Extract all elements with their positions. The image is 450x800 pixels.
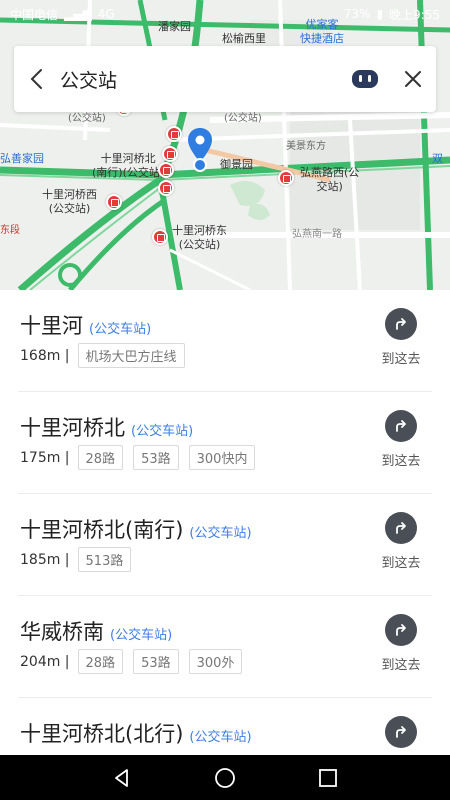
navigate-arrow-icon: [385, 614, 417, 646]
poi-dot-icon: [193, 158, 207, 172]
triangle-back-icon: [114, 768, 128, 787]
result-title: 十里河桥北(北行) (公交车站): [20, 718, 252, 748]
map-label-shuang: 双: [432, 152, 443, 165]
result-item[interactable]: 十里河桥北(南行) (公交车站) 185m | 513路 到这去: [18, 494, 432, 596]
result-title: 十里河桥北(南行) (公交车站): [20, 514, 252, 544]
navigate-arrow-icon: [385, 716, 417, 748]
nav-back-button[interactable]: [102, 758, 142, 798]
nav-recent-button[interactable]: [308, 758, 348, 798]
navigate-arrow-icon: [385, 512, 417, 544]
map-label-yujingyuan: 御景园: [220, 158, 253, 171]
go-here-button[interactable]: 到这去: [374, 308, 428, 367]
distance: 175m |: [20, 449, 70, 466]
map-label-shilihe-east: 十里河桥东 (公交站): [172, 224, 227, 251]
system-nav-bar: [0, 755, 450, 800]
station-name: 十里河: [20, 314, 83, 338]
voice-assistant-button[interactable]: [340, 46, 390, 112]
bus-stop-marker[interactable]: [158, 180, 174, 196]
map-view[interactable]: 中国电信 ▂▄▆ 4G 73% ▮ 晚上9:55 潘家园 松榆西里 优家客 快捷…: [0, 0, 450, 290]
bus-stop-marker[interactable]: [166, 126, 182, 142]
clock: 晚上9:55: [389, 7, 440, 22]
robot-icon: [352, 70, 378, 88]
distance: 185m |: [20, 551, 70, 568]
result-meta: 204m | 28路 53路 300外: [20, 649, 252, 674]
nav-home-button[interactable]: [205, 758, 245, 798]
go-here-button[interactable]: 到这去: [374, 614, 428, 673]
result-list[interactable]: 十里河 (公交车站) 168m | 机场大巴方庄线 到这去 十里河桥北 (公交车站) 175m…: [0, 290, 450, 755]
search-input[interactable]: 公交站: [58, 66, 340, 93]
station-name: 十里河桥北: [20, 416, 125, 440]
station-type: (公交车站): [189, 526, 252, 541]
result-meta: 175m | 28路 53路 300快内: [20, 445, 265, 470]
circle-home-icon: [215, 767, 235, 788]
result-item[interactable]: 十里河桥北 (公交车站) 175m | 28路 53路 300快内 到这去: [18, 392, 432, 494]
bus-line-tag: 28路: [77, 445, 124, 470]
map-label-hongyanlu-west: 弘燕路西(公 交站): [300, 166, 360, 193]
station-type: (公交车站): [189, 730, 252, 745]
bus-stop-marker[interactable]: [278, 170, 294, 186]
map-label-shilihe-north-south: 十里河桥北 (南行)(公交站): [92, 152, 165, 179]
map-label-bus-stop-2: (公交站): [224, 113, 262, 124]
bus-line-tag: 28路: [77, 649, 124, 674]
map-label-hongyan-south: 弘燕南一路: [292, 229, 342, 240]
result-meta: 168m | 机场大巴方庄线: [20, 343, 195, 368]
result-item[interactable]: 十里河 (公交车站) 168m | 机场大巴方庄线 到这去: [18, 290, 432, 392]
bus-line-tag: 513路: [77, 547, 132, 572]
result-title: 十里河 (公交车站): [20, 310, 151, 340]
signal-icon: ▂▄▆: [64, 7, 92, 21]
station-type: (公交车站): [110, 628, 173, 643]
battery-icon: ▮: [376, 7, 384, 21]
distance: 168m |: [20, 347, 70, 364]
bus-line-tag: 300快内: [188, 445, 256, 470]
map-label-hongshanjiayuan: 弘善家园: [0, 152, 44, 165]
result-item[interactable]: 十里河桥北(北行) (公交车站) 到这去: [18, 698, 432, 755]
close-icon: [405, 71, 421, 87]
bus-line-tag: 53路: [133, 649, 179, 674]
bus-stop-marker[interactable]: [162, 146, 178, 162]
result-meta: 185m | 513路: [20, 547, 141, 572]
square-recent-icon: [319, 768, 338, 787]
station-type: (公交车站): [89, 322, 152, 337]
bus-line-tag: 53路: [133, 445, 179, 470]
go-here-button[interactable]: 到这去: [374, 716, 428, 755]
go-here-label: 到这去: [381, 352, 421, 367]
result-title: 华威桥南 (公交车站): [20, 616, 172, 646]
go-here-label: 到这去: [381, 556, 421, 571]
station-name: 十里河桥北(南行): [20, 518, 184, 542]
bus-line-tag: 300外: [188, 649, 243, 674]
result-title: 十里河桥北 (公交车站): [20, 412, 193, 442]
result-item[interactable]: 华威桥南 (公交车站) 204m | 28路 53路 300外 到这去: [18, 596, 432, 698]
search-bar: 公交站: [14, 46, 436, 112]
network-type: 4G: [97, 7, 115, 21]
map-label-bus-stop-1: (公交站): [68, 113, 106, 124]
map-label-meijing: 美景东方: [286, 141, 326, 152]
navigate-arrow-icon: [385, 308, 417, 340]
back-button[interactable]: [14, 46, 58, 112]
go-here-button[interactable]: 到这去: [374, 410, 428, 469]
station-name: 华威桥南: [20, 620, 104, 644]
battery-level: 73%: [343, 7, 371, 21]
map-label-songyuxili: 松榆西里: [222, 32, 266, 45]
status-bar: 中国电信 ▂▄▆ 4G 73% ▮ 晚上9:55: [0, 0, 450, 28]
distance: 204m |: [20, 653, 70, 670]
chevron-left-icon: [30, 69, 42, 89]
bus-stop-marker[interactable]: [158, 162, 174, 178]
go-here-label: 到这去: [381, 454, 421, 469]
map-label-dong: 东段: [0, 225, 20, 236]
station-name: 十里河桥北(北行): [20, 722, 184, 746]
go-here-button[interactable]: 到这去: [374, 512, 428, 571]
go-here-label: 到这去: [381, 658, 421, 673]
navigate-arrow-icon: [385, 410, 417, 442]
station-type: (公交车站): [131, 424, 194, 439]
bus-line-tag: 机场大巴方庄线: [77, 343, 185, 368]
bus-stop-marker[interactable]: [106, 194, 122, 210]
carrier-name: 中国电信: [10, 7, 59, 22]
bus-stop-marker[interactable]: [152, 229, 168, 245]
map-label-shilihe-west: 十里河桥西 (公交站): [42, 188, 97, 215]
close-button[interactable]: [390, 46, 436, 112]
